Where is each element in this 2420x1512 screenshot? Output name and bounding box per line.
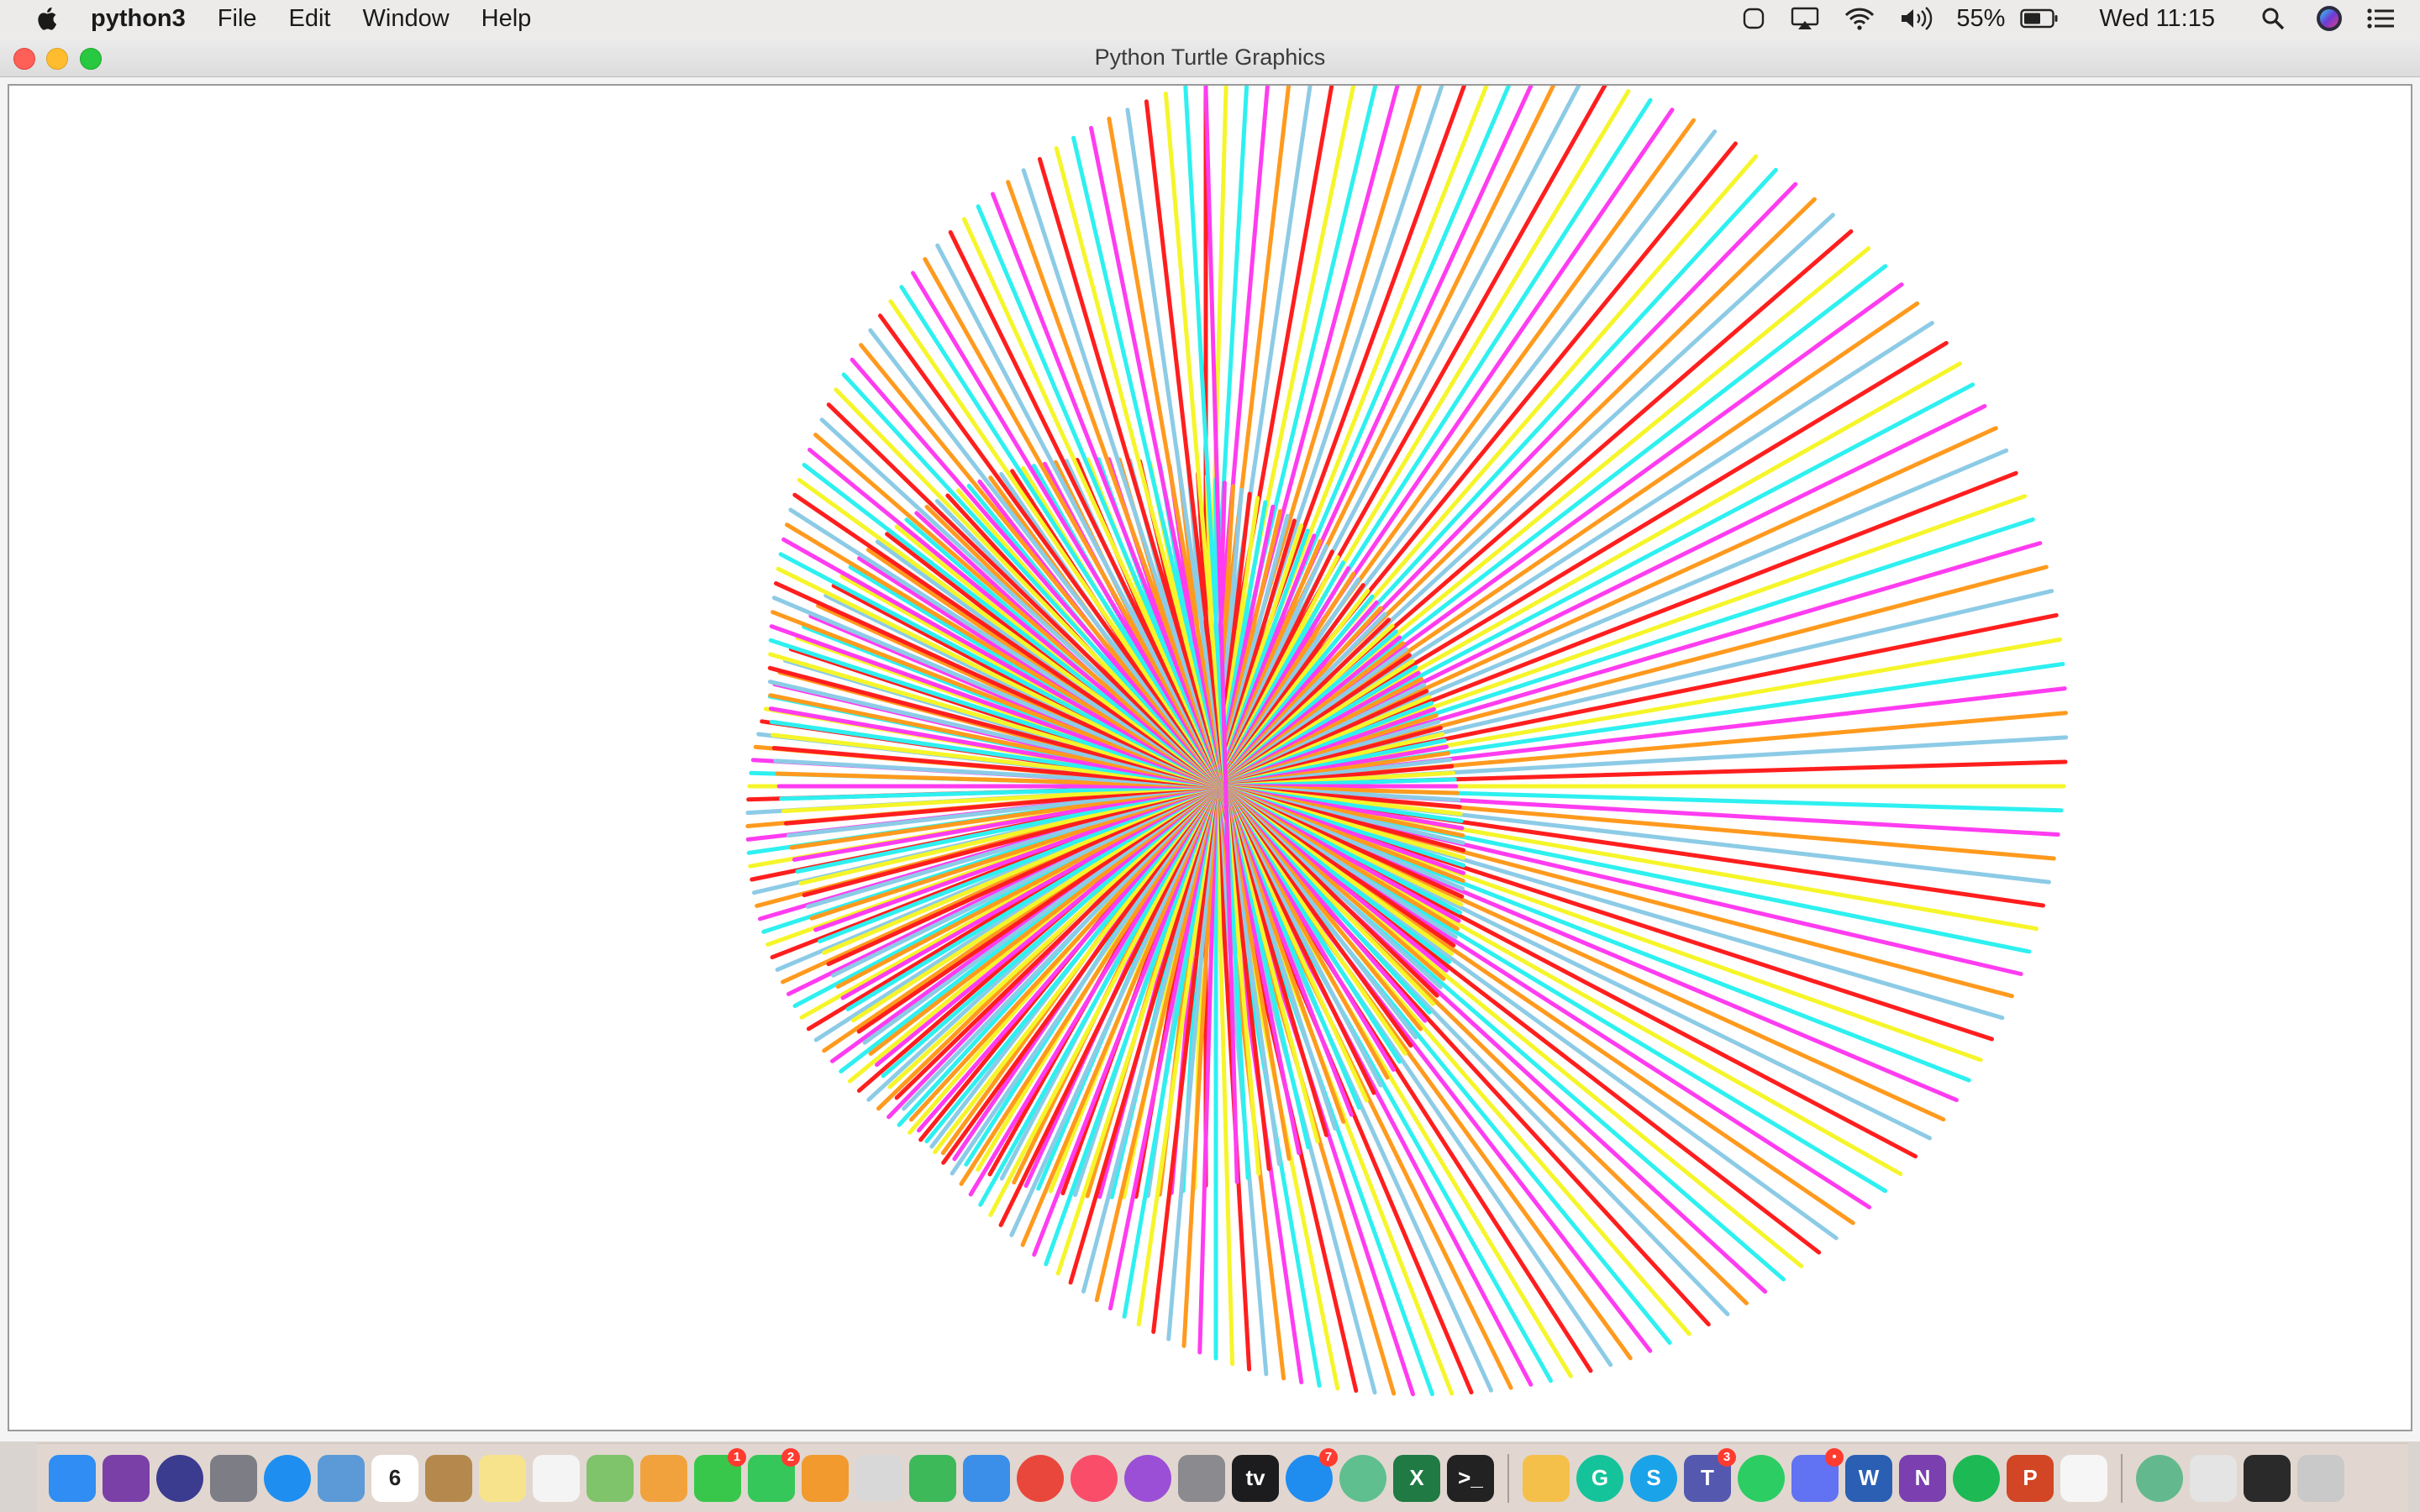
dock-badge: 7: [1319, 1447, 1338, 1467]
powerpoint-icon[interactable]: P: [2007, 1454, 2054, 1502]
dock-item-label: P: [2023, 1465, 2038, 1490]
reminders-icon[interactable]: [533, 1454, 580, 1502]
python-launcher-icon[interactable]: [2136, 1454, 2183, 1502]
atom-icon[interactable]: [1339, 1454, 1386, 1502]
grammarly-icon[interactable]: G: [1576, 1454, 1623, 1502]
messages-icon[interactable]: 1: [694, 1447, 746, 1502]
apple-menu-icon[interactable]: [35, 5, 59, 32]
terminal-icon[interactable]: >_: [1447, 1454, 1494, 1502]
pages-icon[interactable]: [802, 1454, 849, 1502]
spotlight-search-icon[interactable]: [2260, 0, 2286, 37]
contacts-icon[interactable]: [425, 1454, 472, 1502]
maps-icon[interactable]: [587, 1454, 634, 1502]
volume-icon[interactable]: [1899, 0, 1933, 37]
app-store-icon[interactable]: 7: [1286, 1447, 1338, 1502]
dock-item-label: tv: [1245, 1465, 1265, 1490]
word-icon[interactable]: W: [1845, 1454, 1892, 1502]
turtle-window: Python Turtle Graphics: [0, 37, 2420, 1441]
dock-item-label: W: [1858, 1465, 1880, 1490]
dock-item-label: G: [1591, 1465, 1609, 1490]
chrome-icon[interactable]: [1017, 1454, 1064, 1502]
battery-percent: 55%: [1956, 4, 2006, 32]
dock-item-label: X: [1409, 1465, 1424, 1490]
dock-separator: [1507, 1453, 1509, 1503]
siri-app-icon[interactable]: [156, 1454, 203, 1502]
siri-icon[interactable]: [2316, 0, 2343, 37]
teams-icon[interactable]: T3: [1684, 1447, 1736, 1502]
dock-item-label: S: [1646, 1465, 1661, 1490]
menu-bar: python3 File Edit Window Help 55% Wed 11…: [0, 0, 2420, 37]
screenshot-icon[interactable]: [855, 1454, 902, 1502]
window-titlebar[interactable]: Python Turtle Graphics: [0, 37, 2420, 77]
menu-window[interactable]: Window: [363, 5, 450, 33]
system-preferences-icon[interactable]: [1178, 1454, 1225, 1502]
music-icon[interactable]: [1071, 1454, 1118, 1502]
dock-badge: •: [1825, 1447, 1844, 1467]
launchpad-icon[interactable]: [210, 1454, 257, 1502]
excel-icon[interactable]: X: [1393, 1454, 1440, 1502]
notes-icon[interactable]: [479, 1454, 526, 1502]
terminal-window-icon[interactable]: [2244, 1454, 2291, 1502]
dock: 6 1 2 tv 7 X >_ G S T 3 • W N P: [37, 1443, 2408, 1512]
window-title: Python Turtle Graphics: [1094, 45, 1326, 70]
wifi-icon[interactable]: [1844, 0, 1876, 37]
dock-badge: 1: [728, 1447, 746, 1467]
dock-badge: 3: [1718, 1447, 1736, 1467]
mail-icon[interactable]: [318, 1454, 365, 1502]
dock-item-label: >_: [1458, 1465, 1483, 1490]
notification-center-icon[interactable]: [2366, 0, 2395, 37]
keynote-icon[interactable]: [963, 1454, 1010, 1502]
github-desktop-icon[interactable]: [103, 1454, 150, 1502]
sketch-icon[interactable]: [1523, 1454, 1570, 1502]
document-icon[interactable]: [2060, 1454, 2107, 1502]
turtle-drawing: [745, 86, 2069, 1397]
spotify-icon[interactable]: [1953, 1454, 2000, 1502]
dock-item-label: 6: [388, 1465, 402, 1490]
skype-icon[interactable]: S: [1630, 1454, 1677, 1502]
dock-separator: [2121, 1453, 2123, 1503]
dock-item-label: N: [1914, 1465, 1931, 1490]
airplay-icon[interactable]: [1790, 0, 1820, 37]
photos-icon[interactable]: [640, 1454, 687, 1502]
screen-record-icon[interactable]: [1741, 0, 1766, 37]
podcasts-icon[interactable]: [1124, 1454, 1171, 1502]
calendar-icon[interactable]: 6: [371, 1454, 418, 1502]
whatsapp-icon[interactable]: [1738, 1454, 1785, 1502]
trash-icon[interactable]: [2297, 1454, 2344, 1502]
safari-icon[interactable]: [264, 1454, 311, 1502]
dock-item-label: T: [1701, 1465, 1714, 1490]
dock-badge: 2: [781, 1447, 800, 1467]
onenote-icon[interactable]: N: [1899, 1454, 1946, 1502]
window-preview-icon[interactable]: [2190, 1454, 2237, 1502]
menu-file[interactable]: File: [218, 5, 257, 33]
menu-help[interactable]: Help: [481, 5, 532, 33]
app-name-menu[interactable]: python3: [91, 5, 186, 33]
menu-edit[interactable]: Edit: [289, 5, 331, 33]
discord-icon[interactable]: •: [1791, 1447, 1844, 1502]
clock[interactable]: Wed 11:15: [2099, 5, 2215, 33]
apple-tv-icon[interactable]: tv: [1232, 1454, 1279, 1502]
finder-icon[interactable]: [49, 1454, 96, 1502]
turtle-canvas-area[interactable]: [8, 84, 2412, 1431]
numbers-icon[interactable]: [909, 1454, 956, 1502]
battery-icon[interactable]: [2020, 0, 2059, 37]
facetime-icon[interactable]: 2: [748, 1447, 800, 1502]
